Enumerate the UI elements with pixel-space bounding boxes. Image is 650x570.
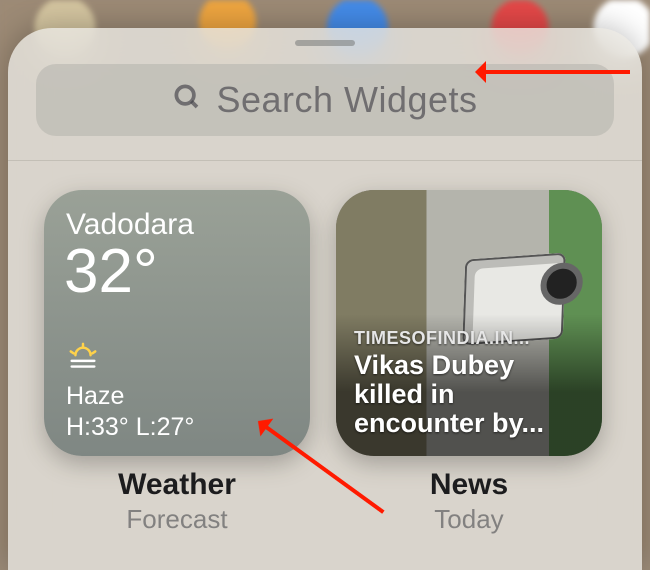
news-source: TIMESOFINDIA.IN... bbox=[354, 328, 584, 349]
widget-label: News Today bbox=[336, 468, 602, 535]
search-icon bbox=[172, 79, 202, 121]
weather-high-low: H:33° L:27° bbox=[66, 413, 194, 442]
weather-temperature: 32° bbox=[64, 236, 158, 307]
widget-app-name: News bbox=[336, 468, 602, 502]
widget-label: Weather Forecast bbox=[44, 468, 310, 535]
widget-grid: Vadodara 32° Haze H:33° L:27 bbox=[44, 190, 606, 456]
widget-gallery-sheet: Search Widgets Vadodara 32° bbox=[8, 28, 642, 570]
widget-labels-row: Weather Forecast News Today bbox=[44, 468, 606, 535]
weather-condition: Haze bbox=[66, 382, 124, 411]
news-headline: Vikas Dubey killed in encounter by... bbox=[354, 351, 584, 438]
search-placeholder: Search Widgets bbox=[216, 79, 477, 121]
widget-app-name: Weather bbox=[44, 468, 310, 502]
haze-icon bbox=[66, 342, 100, 381]
sheet-grabber[interactable] bbox=[295, 40, 355, 46]
search-widgets-field[interactable]: Search Widgets bbox=[36, 64, 614, 136]
annotation-arrow-search bbox=[480, 70, 630, 74]
separator bbox=[8, 160, 642, 161]
news-widget-small[interactable]: TIMESOFINDIA.IN... Vikas Dubey killed in… bbox=[336, 190, 602, 456]
widget-sub-label: Forecast bbox=[44, 504, 310, 535]
news-overlay: TIMESOFINDIA.IN... Vikas Dubey killed in… bbox=[336, 314, 602, 456]
